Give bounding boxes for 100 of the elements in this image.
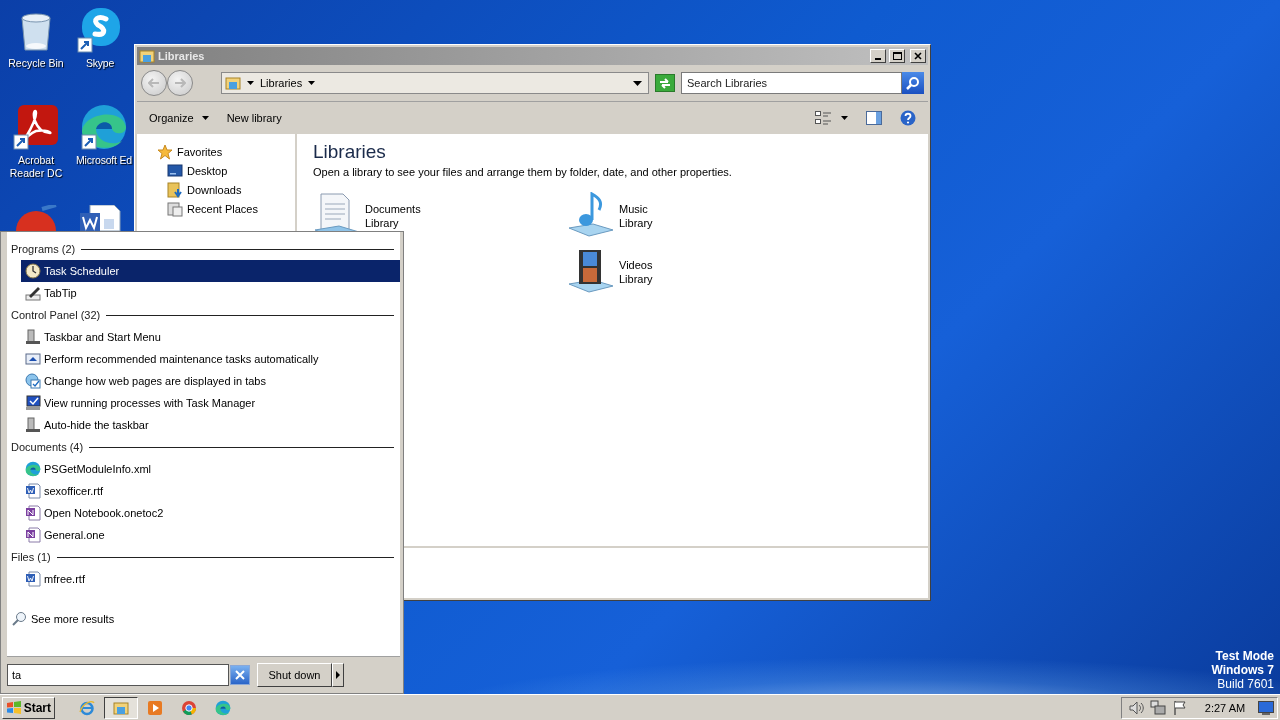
caret-icon (308, 81, 316, 85)
pen-icon (25, 285, 41, 301)
desktop-shortcut[interactable]: Recycle Bin (8, 6, 64, 70)
magnifier-icon (11, 611, 27, 627)
film-strip-icon (567, 248, 615, 296)
toolbar-button[interactable]: Organize (149, 112, 209, 124)
see-more-link[interactable]: See more results (11, 608, 400, 630)
tray-button[interactable] (1128, 699, 1144, 716)
preview-pane-button[interactable] (866, 111, 882, 125)
desktop-shortcut[interactable]: Acrobat Reader DC (0, 103, 72, 180)
caret-icon (247, 81, 254, 85)
refresh-arrows-icon (658, 77, 672, 89)
swirl-icon (25, 461, 41, 477)
desktop-shortcut[interactable]: Skype (76, 6, 124, 70)
search-result-item[interactable]: Change how web pages are displayed in tabs (21, 370, 400, 392)
view-options-button[interactable] (815, 111, 848, 125)
nav-item[interactable]: Recent Places (157, 201, 295, 217)
close-icon (235, 670, 245, 680)
document-icon (25, 571, 41, 587)
search-result-item[interactable]: Open Notebook.onetoc2 (21, 502, 400, 524)
view-list-icon (815, 111, 831, 125)
taskbar-button[interactable] (104, 696, 138, 719)
search-icon (906, 76, 920, 90)
speaker-icon (1128, 699, 1144, 716)
clock-icon (25, 263, 41, 279)
close-button[interactable] (910, 49, 926, 63)
search-field[interactable]: ta (7, 664, 229, 686)
group-heading: Documents (4) (11, 441, 84, 453)
network-icon (1150, 699, 1166, 716)
library-item[interactable]: Music Library (567, 192, 821, 242)
play-icon (147, 699, 163, 716)
back-button[interactable] (141, 70, 167, 96)
download-folder-icon (167, 182, 183, 198)
clear-button[interactable] (230, 665, 250, 685)
nav-item[interactable]: Downloads (157, 182, 295, 198)
arrow-right-icon (336, 671, 340, 679)
monitor-icon (1258, 700, 1274, 715)
folder-icon (225, 75, 241, 91)
round-browser-icon (181, 699, 197, 716)
search-result-item[interactable]: Taskbar and Start Menu (21, 326, 400, 348)
search-result-item[interactable]: View running processes with Task Manager (21, 392, 400, 414)
recent-places-icon (167, 201, 183, 217)
caret-icon (841, 116, 848, 120)
music-note-icon (567, 192, 615, 240)
search-result-item[interactable]: Task Scheduler (21, 260, 400, 282)
system-label: Build 7601 (1217, 677, 1274, 691)
refresh-button[interactable] (655, 74, 675, 92)
taskbar-icon (25, 417, 41, 433)
search-result-item[interactable]: PSGetModuleInfo.xml (21, 458, 400, 480)
windows-logo-icon (6, 700, 22, 715)
shutdown-button[interactable]: Shut down (257, 663, 332, 687)
dropdown-icon (633, 80, 642, 86)
nav-item[interactable]: Favorites (157, 144, 295, 160)
address-bar[interactable]: Libraries (221, 72, 649, 94)
group-heading: Files (1) (11, 551, 51, 563)
swirl-icon (79, 103, 128, 151)
library-item[interactable]: Videos Library (567, 248, 821, 298)
close-icon (914, 52, 922, 60)
search-field[interactable]: Search Libraries (681, 72, 902, 94)
help-button[interactable] (900, 110, 916, 126)
search-result-item[interactable]: mfree.rtf (21, 568, 400, 590)
page-heading: Libraries (313, 140, 387, 164)
pane-icon (866, 111, 882, 125)
maximize-icon (892, 52, 902, 60)
system-label: Windows 7 (1211, 663, 1274, 677)
clock[interactable]: 2:27 AM (1198, 701, 1252, 714)
flag-icon (1172, 699, 1188, 716)
start-button[interactable]: Start (2, 696, 55, 719)
minimize-button[interactable] (870, 49, 886, 63)
notebook-icon (25, 505, 41, 521)
show-desktop-button[interactable] (1258, 700, 1274, 715)
breadcrumb[interactable]: Libraries (260, 77, 303, 89)
forward-arrow-icon (174, 78, 186, 88)
desktop-icon (167, 163, 183, 179)
search-result-item[interactable]: Perform recommended maintenance tasks automatically (21, 348, 400, 370)
caret-icon (201, 116, 209, 120)
star-icon (157, 144, 173, 160)
help-icon (900, 110, 916, 126)
tray-button[interactable] (1150, 699, 1166, 716)
search-result-item[interactable]: General.one (21, 524, 400, 546)
group-heading: Programs (2) (11, 243, 76, 255)
search-button[interactable] (902, 72, 924, 94)
desktop-shortcut[interactable]: Microsoft Ed (76, 103, 132, 167)
description-text: Open a library to see your files and arrange them by folder, date, and other properties. (313, 166, 733, 178)
nav-item[interactable]: Desktop (157, 163, 295, 179)
folder-icon (113, 699, 129, 716)
maximize-button[interactable] (889, 49, 905, 63)
tray-button[interactable] (1172, 699, 1188, 716)
taskbar-icon (25, 329, 41, 345)
globe-check-icon (25, 373, 41, 389)
monitor-icon (25, 351, 41, 367)
forward-button[interactable] (167, 70, 193, 96)
shutdown-options-button[interactable] (332, 663, 344, 687)
toolbar-button[interactable]: New library (226, 112, 282, 124)
window-title: Libraries (158, 50, 206, 62)
search-result-item[interactable]: Auto-hide the taskbar (21, 414, 400, 436)
search-result-item[interactable]: TabTip (21, 282, 400, 304)
monitor-check-icon (25, 395, 41, 411)
search-result-item[interactable]: sexofficer.rtf (21, 480, 400, 502)
document-icon (25, 483, 41, 499)
